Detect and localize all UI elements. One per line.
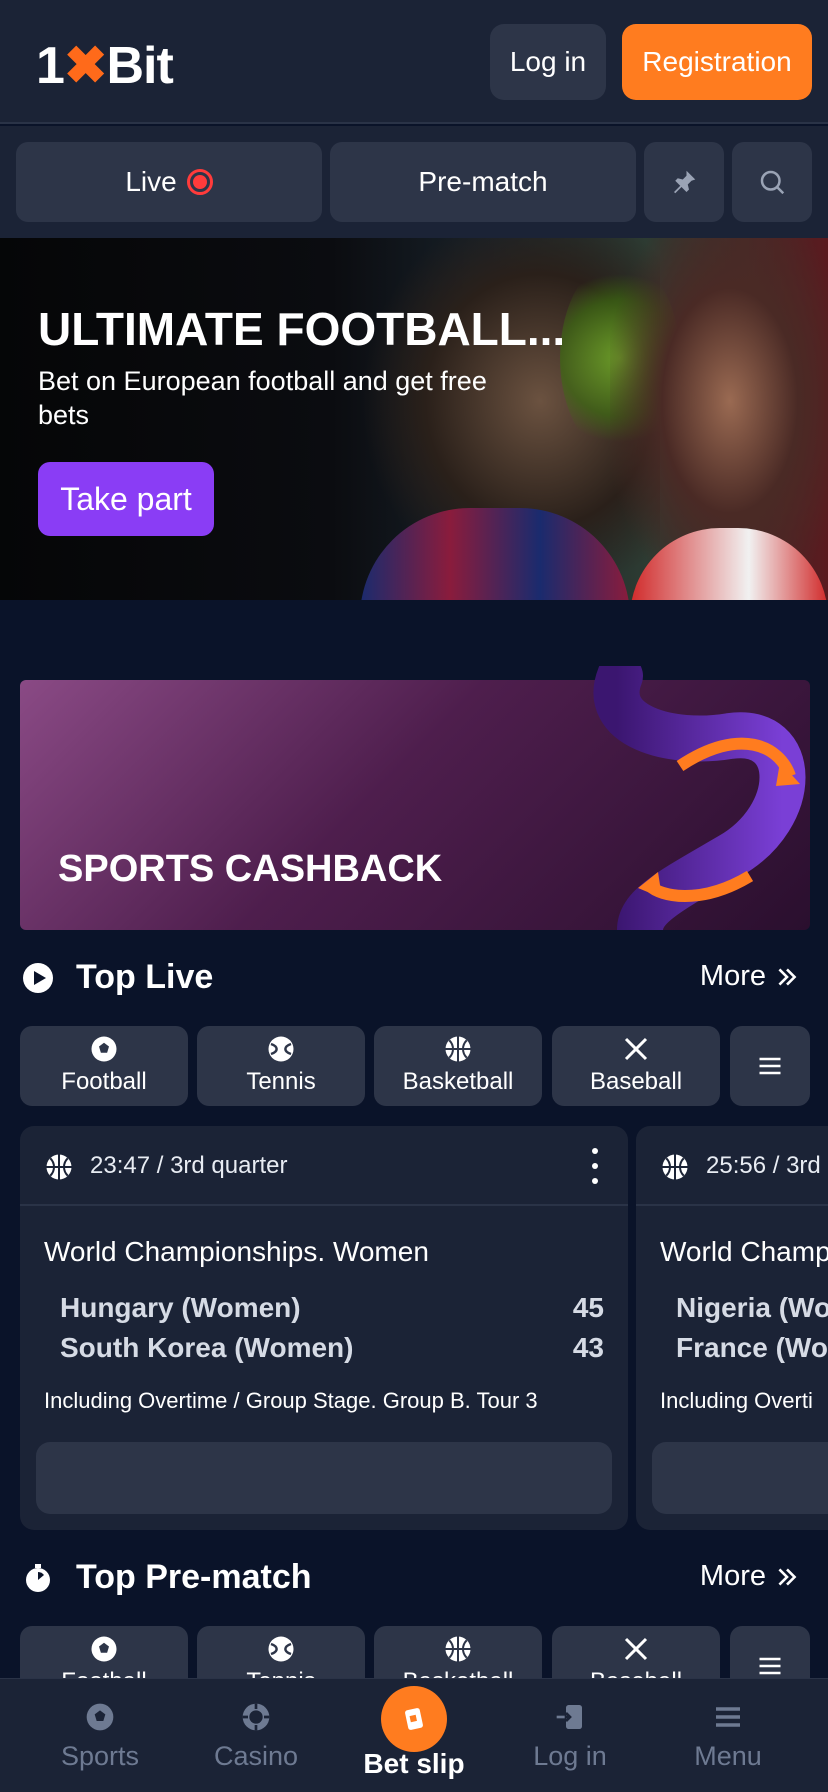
stopwatch-icon [26, 1564, 50, 1592]
baseball-icon [624, 1037, 648, 1061]
registration-button[interactable]: Registration [622, 24, 812, 100]
sport-tab-label: Football [61, 1068, 147, 1095]
more-vertical-icon[interactable] [590, 1148, 600, 1184]
team-away: South Korea (Women) [60, 1332, 354, 1363]
sport-tab-label: Baseball [589, 1068, 683, 1095]
sport-tab-tennis[interactable]: Tennis [197, 1026, 365, 1106]
live-indicator-icon [186, 169, 213, 195]
event-time: 23:47 / 3rd quarter [90, 1152, 288, 1179]
sport-tab-label: Tennis [246, 1068, 316, 1095]
team-home: Nigeria (Wor [676, 1292, 828, 1323]
basketball-icon [445, 1636, 471, 1662]
sport-tab-football[interactable]: Football [20, 1026, 188, 1106]
sport-tab-baseball[interactable]: Baseball [552, 1026, 720, 1106]
live-event-card[interactable]: 25:56 / 3rd World Champ Nigeria (Wor Fra… [636, 1126, 828, 1530]
login-icon [556, 1705, 582, 1729]
top-header: 1✖Bit Log in Registration [0, 0, 828, 124]
cashback-banner[interactable]: SPORTS CASHBACK [20, 666, 810, 930]
top-prematch-more-link[interactable]: More [700, 1560, 800, 1593]
baseball-icon [624, 1637, 648, 1661]
top-live-header: Top Live More [0, 948, 828, 1008]
basketball-icon [445, 1036, 471, 1062]
top-live-more-link[interactable]: More [700, 960, 800, 993]
event-card-header: 25:56 / 3rd [636, 1126, 828, 1206]
score-away: 43 [572, 1332, 604, 1363]
team-away: France (Won [676, 1332, 828, 1363]
app-root: 1✖Bit Log in Registration Live Pre-match… [0, 0, 828, 1792]
prematch-tab[interactable]: Pre-match [330, 142, 636, 222]
live-tab-label: Live [125, 166, 177, 197]
football-icon [91, 1636, 117, 1662]
cashback-coil-art [593, 666, 806, 930]
bet-slip-label[interactable]: Bet slip [0, 1748, 828, 1780]
football-icon [91, 1036, 117, 1062]
banner-subtitle: Bet on European football and get free be… [38, 366, 487, 430]
hamburger-icon [759, 1057, 781, 1075]
play-circle-icon [23, 963, 53, 993]
sport-tab-label: Basketball [402, 1068, 514, 1095]
search-icon [760, 170, 785, 195]
team-home: Hungary (Women) [60, 1292, 301, 1323]
event-league: World Champ [660, 1236, 828, 1267]
more-label: More [699, 1560, 766, 1592]
basketball-icon [46, 1154, 72, 1180]
favorites-button[interactable] [644, 142, 724, 222]
live-event-card[interactable]: 23:47 / 3rd quarter World Championships.… [20, 1126, 628, 1530]
top-prematch-title: Top Pre-match [76, 1558, 312, 1596]
football-icon [86, 1703, 114, 1731]
event-info: Including Overti [660, 1388, 813, 1413]
score-home: 45 [572, 1292, 604, 1323]
top-live-sport-tabs: Football Tennis Basketball Baseball [0, 1026, 828, 1106]
double-chevron-right-icon [778, 967, 797, 986]
logo-x: ✖ [63, 37, 108, 95]
tennis-icon [268, 1036, 294, 1062]
search-button[interactable] [732, 142, 812, 222]
event-time: 25:56 / 3rd [706, 1152, 821, 1179]
more-label: More [699, 960, 766, 992]
hamburger-icon [759, 1657, 781, 1675]
logo-part: 1 [36, 37, 65, 95]
hamburger-icon [716, 1707, 740, 1727]
favorites-pin-icon [674, 170, 696, 194]
top-live-title: Top Live [76, 958, 214, 996]
event-info: Including Overtime / Group Stage. Group … [44, 1388, 538, 1413]
event-league: World Championships. Women [44, 1236, 429, 1267]
cashback-title: SPORTS CASHBACK [58, 848, 443, 890]
banner-title: ULTIMATE FOOTBALL... [38, 303, 566, 355]
sport-tabs-menu-button[interactable] [730, 1026, 810, 1106]
mode-nav: Live Pre-match [0, 126, 828, 238]
login-button[interactable]: Log in [490, 24, 606, 100]
basketball-icon [662, 1154, 688, 1180]
live-tab[interactable]: Live [16, 142, 322, 222]
sport-tab-basketball[interactable]: Basketball [374, 1026, 542, 1106]
brand-logo[interactable]: 1✖Bit [36, 36, 174, 96]
odds-bar[interactable] [652, 1442, 828, 1514]
top-prematch-header: Top Pre-match More [0, 1548, 828, 1608]
double-chevron-right-icon [778, 1567, 797, 1586]
logo-part: Bit [106, 37, 174, 95]
tennis-icon [268, 1636, 294, 1662]
ticket-icon [405, 1708, 423, 1730]
bet-slip-button[interactable] [381, 1686, 447, 1752]
casino-chip-icon [242, 1703, 270, 1731]
event-card-header: 23:47 / 3rd quarter [20, 1126, 628, 1206]
odds-bar[interactable] [36, 1442, 612, 1514]
take-part-button[interactable]: Take part [38, 462, 214, 536]
